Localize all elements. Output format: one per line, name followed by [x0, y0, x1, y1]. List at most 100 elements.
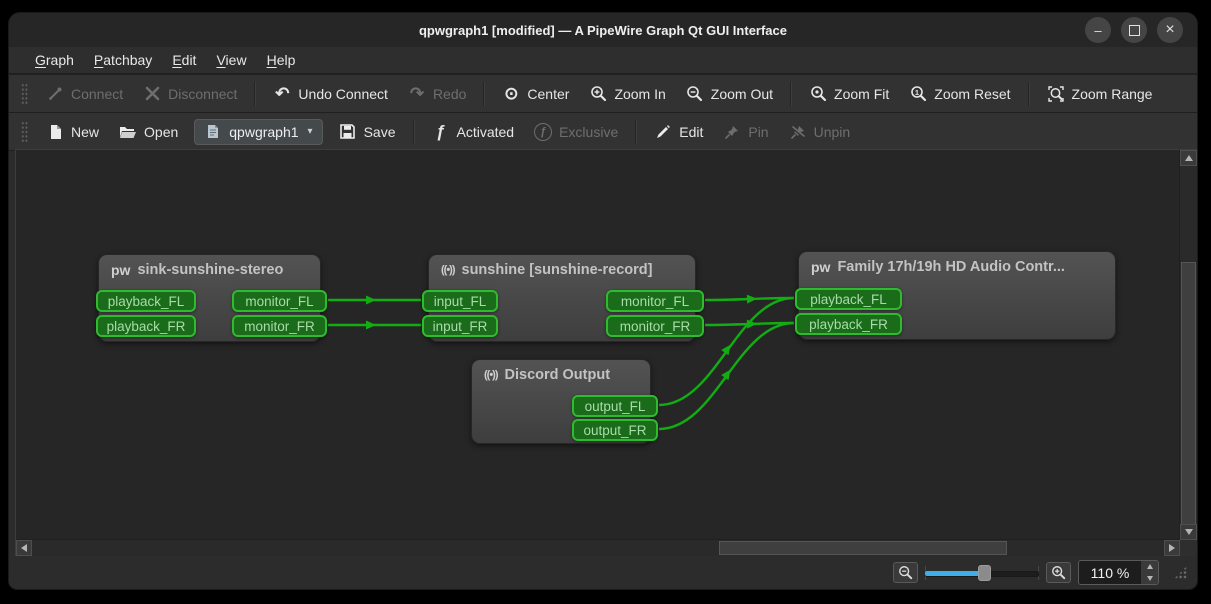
unpin-button[interactable]: Unpin	[779, 119, 861, 145]
menu-edit[interactable]: Edit	[162, 50, 206, 70]
port-output_FR[interactable]: output_FR	[572, 419, 658, 441]
scroll-down-button[interactable]	[1180, 524, 1197, 540]
arrow-down-icon	[1185, 529, 1193, 535]
port-playback_FL[interactable]: playback_FL	[795, 288, 902, 310]
open-folder-icon	[119, 123, 137, 141]
close-button[interactable]: ×	[1157, 17, 1183, 43]
toolbar-separator	[635, 120, 637, 144]
toolbar-drag-handle[interactable]	[21, 83, 28, 105]
port-playback_FL[interactable]: playback_FL	[96, 290, 196, 312]
zoom-slider[interactable]	[925, 563, 1039, 583]
pipewire-icon: pw	[111, 262, 130, 278]
node-title: sunshine [sunshine-record]	[462, 262, 653, 278]
zoom-out-button[interactable]: Zoom Out	[676, 81, 783, 107]
disconnect-button[interactable]: Disconnect	[133, 81, 247, 107]
menu-help[interactable]: Help	[257, 50, 306, 70]
undo-icon: ↶	[273, 85, 291, 103]
window-controls: – ×	[1085, 17, 1183, 43]
node-sunshine[interactable]: ((•))sunshine [sunshine-record]input_FLi…	[428, 254, 696, 342]
connection-arrow-icon	[721, 342, 734, 355]
open-button[interactable]: Open	[109, 119, 188, 145]
zoom-in-button[interactable]: Zoom In	[579, 81, 675, 107]
maximize-button[interactable]	[1121, 17, 1147, 43]
node-title: Family 17h/19h HD Audio Contr...	[837, 259, 1064, 275]
patchbay-file-combobox[interactable]: qpwgraph1 ▾	[194, 119, 322, 145]
arrow-up-icon	[1185, 155, 1193, 161]
statusbar-zoom-in-button[interactable]	[1046, 562, 1071, 583]
port-input_FR[interactable]: input_FR	[422, 315, 498, 337]
port-monitor_FR[interactable]: monitor_FR	[232, 315, 327, 337]
scroll-left-button[interactable]	[16, 540, 32, 556]
undo-connect-button[interactable]: ↶ Undo Connect	[263, 81, 398, 107]
zoom-value[interactable]: 110 %	[1079, 561, 1141, 584]
connection-arrow-icon	[366, 321, 376, 330]
zoom-slider-handle[interactable]	[978, 565, 991, 581]
port-input_FL[interactable]: input_FL	[422, 290, 498, 312]
connection-sunshine.monitor_FL->family-audio-controller.playback_FL[interactable]	[705, 298, 794, 300]
exclusive-button[interactable]: ƒ Exclusive	[524, 119, 628, 145]
zoom-range-button[interactable]: Zoom Range	[1037, 81, 1163, 107]
spin-down-button[interactable]	[1141, 573, 1158, 585]
connect-button[interactable]: Connect	[36, 81, 133, 107]
port-playback_FR[interactable]: playback_FR	[96, 315, 196, 337]
graph-view-frame: pwsink-sunshine-stereoplayback_FLplaybac…	[15, 149, 1198, 557]
save-button[interactable]: Save	[329, 119, 406, 145]
window-resize-grip[interactable]	[1174, 566, 1187, 579]
connection-arrow-icon	[747, 294, 757, 303]
graph-canvas[interactable]: pwsink-sunshine-stereoplayback_FLplaybac…	[16, 150, 1180, 540]
port-output_FL[interactable]: output_FL	[572, 395, 658, 417]
menu-graph[interactable]: Graph	[25, 50, 84, 70]
redo-button[interactable]: ↷ Redo	[398, 81, 476, 107]
connection-arrow-icon	[747, 319, 757, 328]
minimize-icon: –	[1094, 24, 1101, 37]
node-sink-sunshine-stereo[interactable]: pw sink-sunshine-stereo playback_FLplaybac…	[98, 254, 321, 342]
vertical-scrollbar-thumb[interactable]	[1181, 262, 1196, 527]
minimize-button[interactable]: –	[1085, 17, 1111, 43]
app-window: qpwgraph1 [modified] — A PipeWire Graph …	[8, 12, 1198, 590]
connection-sunshine.monitor_FR->family-audio-controller.playback_FR[interactable]	[705, 323, 794, 325]
scroll-up-button[interactable]	[1180, 150, 1197, 166]
horizontal-scrollbar[interactable]	[16, 539, 1180, 556]
port-playback_FR[interactable]: playback_FR	[795, 313, 902, 335]
zoom-reset-button[interactable]: 1 Zoom Reset	[899, 81, 1020, 107]
new-file-icon	[46, 123, 64, 141]
node-discord-output[interactable]: ((•))Discord Outputoutput_FLoutput_FR	[471, 359, 651, 444]
center-button[interactable]: ⊙ Center	[492, 81, 579, 107]
graph-toolbar: Connect Disconnect ↶ Undo Connect ↷ Redo…	[9, 75, 1197, 113]
horizontal-scrollbar-thumb[interactable]	[719, 541, 1007, 555]
center-icon: ⊙	[502, 85, 520, 103]
redo-icon: ↷	[408, 85, 426, 103]
toolbar-separator	[483, 82, 485, 106]
patchbay-toolbar: New Open qpwgraph1 ▾ Save ƒ Activated	[9, 113, 1197, 151]
node-family-audio-controller[interactable]: pw Family 17h/19h HD Audio Contr... playba…	[798, 251, 1116, 340]
port-monitor_FL[interactable]: monitor_FL	[606, 290, 704, 312]
arrow-up-icon	[1147, 564, 1153, 569]
port-monitor_FL[interactable]: monitor_FL	[232, 290, 327, 312]
toolbar-drag-handle[interactable]	[21, 121, 28, 143]
statusbar-zoom-out-button[interactable]	[893, 562, 918, 583]
zoom-fit-button[interactable]: Zoom Fit	[799, 81, 899, 107]
spin-up-button[interactable]	[1141, 561, 1158, 573]
activated-button[interactable]: ƒ Activated	[422, 119, 525, 145]
zoom-out-icon	[686, 85, 704, 103]
node-title: sink-sunshine-stereo	[137, 262, 283, 278]
pipewire-icon: pw	[811, 259, 830, 275]
zoom-out-icon	[898, 565, 913, 580]
scroll-right-button[interactable]	[1164, 540, 1180, 556]
spin-buttons	[1141, 561, 1158, 584]
new-button[interactable]: New	[36, 119, 109, 145]
maximize-icon	[1129, 25, 1140, 36]
menu-patchbay[interactable]: Patchbay	[84, 50, 162, 70]
node-header: pw sink-sunshine-stereo	[99, 255, 320, 278]
menu-view[interactable]: View	[206, 50, 256, 70]
stream-icon: ((•))	[441, 264, 455, 276]
pin-button[interactable]: Pin	[713, 119, 778, 145]
zoom-spinbox[interactable]: 110 %	[1078, 560, 1159, 585]
disconnect-icon	[143, 85, 161, 103]
vertical-scrollbar[interactable]	[1179, 150, 1197, 540]
exclusive-icon: ƒ	[534, 123, 552, 141]
titlebar[interactable]: qpwgraph1 [modified] — A PipeWire Graph …	[9, 13, 1197, 47]
toolbar-separator	[254, 82, 256, 106]
port-monitor_FR[interactable]: monitor_FR	[606, 315, 704, 337]
edit-button[interactable]: Edit	[644, 119, 713, 145]
